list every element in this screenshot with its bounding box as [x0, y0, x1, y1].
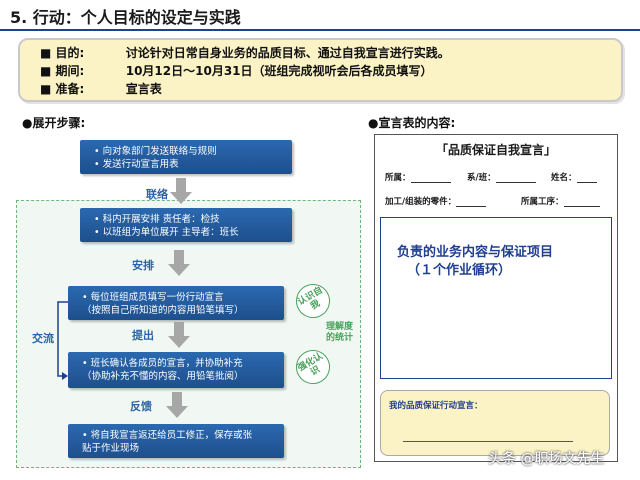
arrow-label-contact: 联络: [146, 188, 168, 201]
step-4: • 班长确认各成员的宣言，并协助补充 （协助补充不懂的内容、用铅笔批阅）: [68, 352, 284, 388]
field-name: 姓名：: [551, 171, 597, 183]
goal-period: ■ 期间: 10月12日～10月31日（班组完成视听会后各成员填写）: [40, 62, 433, 79]
down-arrow-icon: [170, 178, 192, 204]
field-label: 系/班：: [467, 173, 496, 183]
stat-note: 理解度 的统计: [326, 322, 353, 344]
declaration-title: 「品质保证自我宣言」: [435, 143, 556, 157]
step-line: • 向对象部门发送联络与规则: [94, 146, 217, 157]
title-rule: [0, 29, 640, 31]
goal-bullet: ■: [40, 64, 52, 78]
goals-box: ■ 目的: 讨论针对日常自身业务的品质目标、通过自我宣言进行实践。 ■ 期间: …: [18, 38, 623, 102]
step-line: 贴于作业现场: [82, 443, 140, 454]
watermark: 头条 @职场文先生: [488, 451, 605, 467]
step-5: • 将自我宣言返还给员工修正，保存或张 贴于作业现场: [68, 424, 284, 458]
exchange-label: 交流: [32, 332, 54, 345]
steps-heading: ●展开步骤:: [22, 116, 86, 130]
responsibility-line: 负责的业务内容与保证项目: [397, 245, 554, 260]
stat-note-line: 的统计: [326, 333, 354, 343]
step-line: • 科内开展安排 责任者：检技: [94, 214, 220, 225]
field-belong: 所属：: [385, 171, 451, 183]
goal-value: 讨论针对日常自身业务的品质目标、通过自我宣言进行实践。: [125, 46, 450, 60]
goal-bullet: ■: [40, 82, 52, 96]
step-line: • 班长确认各成员的宣言，并协助补充: [82, 358, 243, 369]
field-class: 系/班：: [467, 171, 536, 183]
page-title: 5. 行动：个人目标的设定与实践: [10, 8, 241, 27]
goal-label: 准备:: [55, 82, 85, 96]
step-3: • 每位班组成员填写一份行动宣言 （按照自己所知道的内容用铅笔填写）: [68, 286, 284, 320]
step-1: • 向对象部门发送联络与规则 • 发送行动宣言用表: [80, 140, 292, 174]
down-arrow-icon: [168, 250, 190, 276]
responsibility-line: （１个作业循环）: [407, 263, 512, 278]
pledge-label: 我的品质保证行动宣言：: [389, 401, 483, 411]
arrow-label-submit: 提出: [132, 329, 154, 342]
field-process: 所属工序：: [521, 195, 600, 207]
down-arrow-icon: [168, 322, 190, 348]
goal-prepare: ■ 准备: 宣言表: [40, 80, 162, 97]
step-line: （协助补充不懂的内容、用铅笔批阅）: [82, 371, 244, 382]
pledge-write-line: [403, 441, 573, 442]
arrow-label-feedback: 反馈: [130, 400, 152, 413]
pledge-box: 我的品质保证行动宣言：: [380, 390, 610, 456]
field-label: 加工/组装的零件：: [385, 197, 457, 207]
step-line: • 以班组为单位展开 主导者：班长: [94, 227, 239, 238]
step-line: • 将自我宣言返还给员工修正，保存或张: [82, 430, 253, 441]
field-label: 姓名：: [551, 173, 577, 183]
field-label: 所属：: [385, 173, 411, 183]
step-2: • 科内开展安排 责任者：检技 • 以班组为单位展开 主导者：班长: [80, 208, 292, 242]
goal-value: 宣言表: [125, 82, 162, 96]
down-arrow-icon: [166, 392, 188, 418]
step-line: • 每位班组成员填写一份行动宣言: [82, 292, 224, 303]
responsibility-text: 负责的业务内容与保证项目 （１个作业循环）: [397, 244, 553, 280]
stat-note-line: 理解度: [326, 322, 354, 332]
goal-purpose: ■ 目的: 讨论针对日常自身业务的品质目标、通过自我宣言进行实践。: [40, 44, 450, 61]
step-line: （按照自己所知道的内容用铅笔填写）: [82, 305, 244, 316]
field-label: 所属工序：: [521, 197, 564, 207]
responsibility-box: 负责的业务内容与保证项目 （１个作业循环）: [380, 217, 612, 379]
goal-value: 10月12日～10月31日（班组完成视听会后各成员填写）: [125, 64, 433, 78]
arrow-label-arrange: 安排: [132, 259, 154, 272]
field-parts: 加工/组装的零件：: [385, 195, 487, 207]
declaration-heading: ●宣言表的内容:: [368, 116, 456, 130]
goal-bullet: ■: [40, 46, 52, 60]
goal-label: 期间:: [55, 64, 85, 78]
step-line: • 发送行动宣言用表: [94, 159, 179, 170]
goal-label: 目的:: [55, 46, 85, 60]
